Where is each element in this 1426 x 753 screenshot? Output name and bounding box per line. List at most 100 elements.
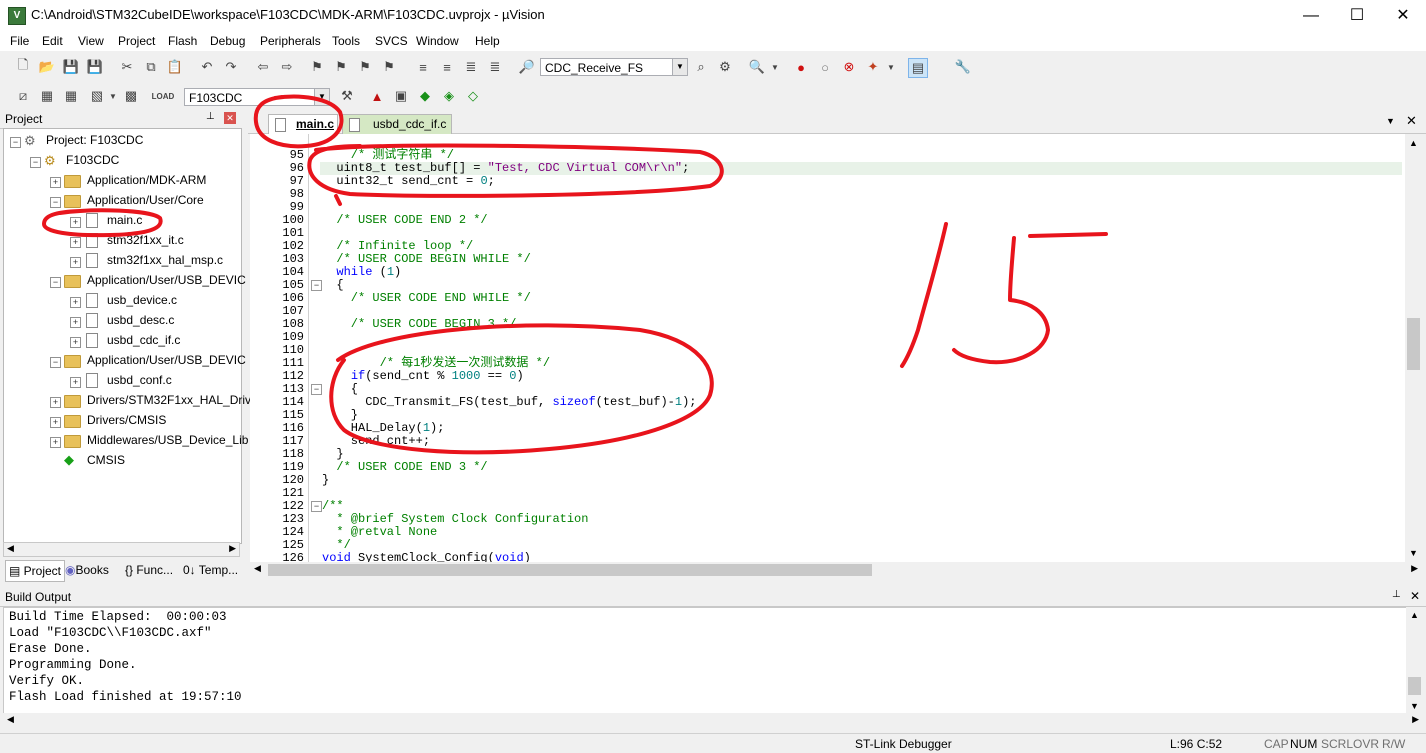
bookmark-clear-icon[interactable]: ⚑ bbox=[380, 58, 398, 76]
tree-item-file[interactable]: usbd_cdc_if.c bbox=[107, 330, 180, 350]
tab-project[interactable]: ▤ Project bbox=[5, 560, 66, 582]
menu-tools[interactable]: Tools bbox=[332, 34, 360, 48]
code-line[interactable]: /* USER CODE END 3 */ bbox=[322, 461, 487, 474]
menu-edit[interactable]: Edit bbox=[42, 34, 63, 48]
tree-item-component[interactable]: CMSIS bbox=[87, 450, 125, 470]
close-icon[interactable]: ✕ bbox=[224, 112, 236, 124]
tree-item-file[interactable]: usbd_desc.c bbox=[107, 310, 174, 330]
fold-marker-icon[interactable]: − bbox=[311, 280, 322, 291]
scroll-down-icon[interactable]: ▼ bbox=[1410, 701, 1419, 711]
tree-item-folder[interactable]: Middlewares/USB_Device_Lib bbox=[87, 430, 248, 450]
target-options-icon[interactable]: ⚒ bbox=[338, 87, 356, 105]
collapse-toggle-icon[interactable]: − bbox=[50, 357, 61, 368]
comment-icon[interactable]: ≣ bbox=[462, 58, 480, 76]
breakpoint-insert-icon[interactable]: ● bbox=[792, 58, 810, 76]
menu-flash[interactable]: Flash bbox=[168, 34, 197, 48]
select-packs-icon[interactable]: ▣ bbox=[392, 87, 410, 105]
pin-icon[interactable]: ⊥ bbox=[206, 111, 215, 122]
copy-icon[interactable]: ⧉ bbox=[142, 58, 160, 76]
menu-file[interactable]: File bbox=[10, 34, 29, 48]
scroll-left-icon[interactable]: ◀ bbox=[254, 563, 261, 574]
breakpoint-kill-all-icon[interactable]: ⊗ bbox=[840, 58, 858, 76]
chevron-down-icon[interactable]: ▼ bbox=[672, 59, 687, 75]
code-line[interactable]: /* USER CODE BEGIN 3 */ bbox=[322, 318, 517, 331]
editor-vertical-scrollbar[interactable]: ▲ ▼ bbox=[1405, 134, 1422, 562]
chevron-down-icon[interactable]: ▼ bbox=[108, 87, 118, 105]
scroll-up-icon[interactable]: ▲ bbox=[1409, 138, 1418, 148]
debug-session-icon[interactable]: 🔍 bbox=[748, 58, 766, 76]
redo-icon[interactable]: ↷ bbox=[222, 58, 240, 76]
code-editor[interactable] bbox=[250, 134, 1406, 562]
manage-project-items-icon[interactable]: ▲ bbox=[368, 87, 386, 105]
close-editor-icon[interactable]: ✕ bbox=[1406, 113, 1417, 129]
breakpoint-disable-icon[interactable]: ○ bbox=[816, 58, 834, 76]
tree-item-folder[interactable]: Drivers/STM32F1xx_HAL_Driv bbox=[87, 390, 251, 410]
tab-usbd-cdc-if-c[interactable]: usbd_cdc_if.c bbox=[342, 114, 452, 134]
collapse-toggle-icon[interactable]: − bbox=[50, 277, 61, 288]
chevron-down-icon[interactable]: ▼ bbox=[886, 58, 896, 76]
tree-item-file[interactable]: usbd_conf.c bbox=[107, 370, 172, 390]
tree-item-target[interactable]: F103CDC bbox=[66, 150, 119, 170]
find-combo[interactable]: CDC_Receive_FS ▼ bbox=[540, 58, 688, 76]
pin-icon[interactable]: ⊥ bbox=[1392, 589, 1401, 600]
menu-help[interactable]: Help bbox=[475, 34, 500, 48]
tree-item-folder[interactable]: Application/User/USB_DEVIC bbox=[87, 350, 246, 370]
manage-rte-icon[interactable]: ◇ bbox=[464, 87, 482, 105]
tab-templates[interactable]: 0↓ Temp... bbox=[183, 560, 238, 580]
fold-marker-icon[interactable]: − bbox=[311, 384, 322, 395]
tab-main-c[interactable]: main.c bbox=[268, 114, 338, 134]
download-load-icon[interactable]: LOAD bbox=[152, 87, 175, 105]
tab-functions[interactable]: {} Func... bbox=[125, 560, 173, 580]
collapse-toggle-icon[interactable]: − bbox=[10, 137, 21, 148]
run-time-environment-icon[interactable]: ◆ bbox=[416, 87, 434, 105]
scroll-thumb[interactable] bbox=[1408, 677, 1421, 695]
find-in-files-icon[interactable]: 🔎 bbox=[518, 58, 536, 76]
project-horizontal-scrollbar[interactable]: ◀ ▶ bbox=[3, 542, 240, 557]
code-line[interactable]: /* USER CODE END 2 */ bbox=[322, 214, 487, 227]
expand-toggle-icon[interactable]: + bbox=[70, 297, 81, 308]
tree-item-folder[interactable]: Drivers/CMSIS bbox=[87, 410, 166, 430]
minimize-button[interactable]: — bbox=[1288, 0, 1334, 31]
tree-item-folder[interactable]: Application/User/USB_DEVIC bbox=[87, 270, 246, 290]
build-output-pane[interactable]: Build Time Elapsed: 00:00:03 Load "F103C… bbox=[3, 607, 1409, 715]
scroll-thumb[interactable] bbox=[1407, 318, 1420, 370]
code-line[interactable]: CDC_Transmit_FS(test_buf, sizeof(test_bu… bbox=[322, 396, 696, 409]
breakpoint-options-icon[interactable]: ✦ bbox=[864, 58, 882, 76]
tree-item-project-root[interactable]: Project: F103CDC bbox=[46, 130, 143, 150]
tree-item-file[interactable]: usb_device.c bbox=[107, 290, 177, 310]
close-button[interactable]: ✕ bbox=[1380, 0, 1426, 31]
paste-icon[interactable]: 📋 bbox=[166, 58, 184, 76]
tab-list-dropdown-icon[interactable]: ▼ bbox=[1386, 116, 1395, 126]
build-horizontal-scrollbar[interactable]: ◀ ▶ bbox=[3, 713, 1423, 729]
bookmark-prev-icon[interactable]: ⚑ bbox=[332, 58, 350, 76]
expand-toggle-icon[interactable]: + bbox=[50, 177, 61, 188]
editor-horizontal-scrollbar[interactable]: ◀ ▶ bbox=[250, 562, 1422, 578]
code-line[interactable]: } bbox=[322, 474, 329, 487]
expand-toggle-icon[interactable]: + bbox=[70, 217, 81, 228]
scroll-right-icon[interactable]: ▶ bbox=[229, 543, 236, 554]
scroll-right-icon[interactable]: ▶ bbox=[1411, 563, 1418, 574]
tree-item-file[interactable]: main.c bbox=[107, 210, 142, 230]
save-icon[interactable]: 💾 bbox=[62, 58, 80, 76]
pack-installer-icon[interactable]: ◈ bbox=[440, 87, 458, 105]
menu-debug[interactable]: Debug bbox=[210, 34, 245, 48]
find-icon[interactable]: ⌕ bbox=[692, 58, 710, 76]
build-vertical-scrollbar[interactable]: ▲ ▼ bbox=[1406, 607, 1423, 713]
bookmark-next-icon[interactable]: ⚑ bbox=[356, 58, 374, 76]
close-icon[interactable]: ✕ bbox=[1410, 589, 1420, 603]
stop-build-icon[interactable]: ▩ bbox=[122, 87, 140, 105]
undo-icon[interactable]: ↶ bbox=[198, 58, 216, 76]
nav-back-icon[interactable]: ⇦ bbox=[254, 58, 272, 76]
menu-peripherals[interactable]: Peripherals bbox=[260, 34, 321, 48]
scroll-down-icon[interactable]: ▼ bbox=[1409, 548, 1418, 558]
expand-toggle-icon[interactable]: + bbox=[50, 437, 61, 448]
collapse-toggle-icon[interactable]: − bbox=[30, 157, 41, 168]
new-file-icon[interactable]: 🗋 bbox=[14, 57, 32, 76]
expand-toggle-icon[interactable]: + bbox=[70, 337, 81, 348]
code-line[interactable]: /* USER CODE END WHILE */ bbox=[322, 292, 531, 305]
tree-item-file[interactable]: stm32f1xx_it.c bbox=[107, 230, 184, 250]
cut-icon[interactable]: ✂ bbox=[118, 58, 136, 76]
bookmark-toggle-icon[interactable]: ⚑ bbox=[308, 58, 326, 76]
tab-books[interactable]: ◉Books bbox=[65, 560, 109, 580]
batch-build-icon[interactable]: ▧ bbox=[88, 87, 106, 105]
